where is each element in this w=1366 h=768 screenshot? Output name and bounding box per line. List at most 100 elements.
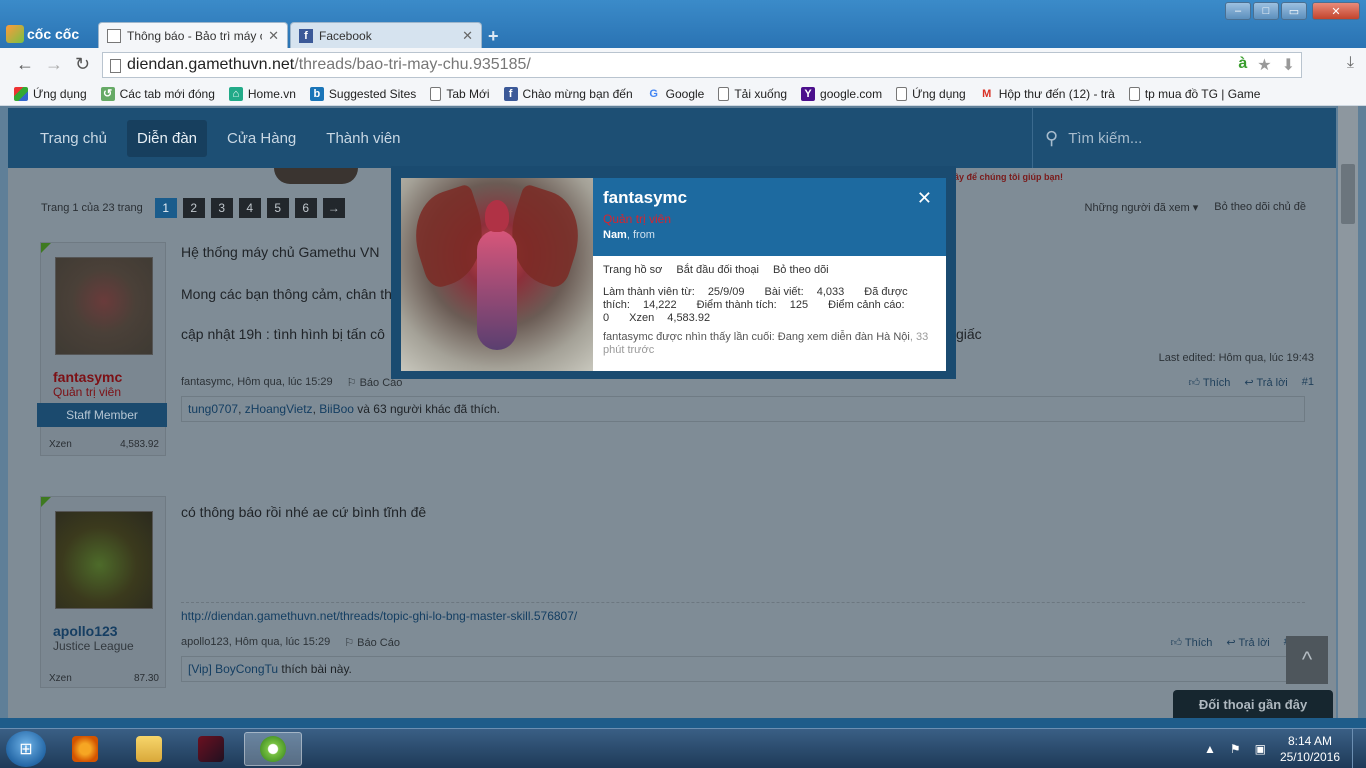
forum-search[interactable]: ⚲ Tìm kiếm...	[1032, 108, 1336, 168]
bookmark-tai-xuong[interactable]: Tải xuống	[718, 86, 787, 101]
scrollbar-thumb[interactable]	[1341, 164, 1355, 224]
save-video-icon[interactable]: ⬇	[1282, 55, 1295, 75]
nav-trang-chu[interactable]: Trang chủ	[30, 120, 117, 157]
taskbar-media-player[interactable]	[56, 732, 114, 766]
username[interactable]: apollo123	[53, 623, 118, 639]
nav-thanh-vien[interactable]: Thành viên	[316, 120, 410, 157]
avatar-art	[477, 230, 517, 350]
address-bar[interactable]: diendan.gamethuvn.net/threads/bao-tri-ma…	[102, 52, 1302, 78]
taskbar-coccoc[interactable]	[244, 732, 302, 766]
like-button[interactable]: 👍︎ Thích	[1189, 376, 1231, 389]
bookmark-google-com[interactable]: Ygoogle.com	[801, 86, 882, 101]
avatar[interactable]	[55, 257, 153, 355]
bookmark-google[interactable]: G Google	[647, 86, 705, 101]
last-edited: Last edited: Hôm qua, lúc 19:43	[1158, 352, 1314, 364]
avatar[interactable]	[55, 511, 153, 609]
username[interactable]: fantasymc	[53, 369, 122, 385]
bookmark-ung-dung[interactable]: Ứng dụng	[896, 86, 966, 101]
close-window-button[interactable]: ✕	[1312, 2, 1360, 20]
next-page-button[interactable]: →	[322, 198, 345, 218]
page-1-button[interactable]: 1	[154, 198, 177, 218]
search-input[interactable]: Tìm kiếm...	[1068, 130, 1142, 147]
page-4-button[interactable]: 4	[238, 198, 261, 218]
tray-expand-icon[interactable]: ▲	[1204, 742, 1216, 756]
viewers-dropdown[interactable]: Những người đã xem ▾	[1085, 201, 1199, 214]
bookmark-facebook[interactable]: f Chào mừng bạn đến	[503, 86, 633, 101]
taskbar-game[interactable]	[182, 732, 240, 766]
recent-conversations-bar[interactable]: Đối thoại gần đây	[1173, 690, 1333, 718]
reload-icon[interactable]: ↻	[75, 54, 90, 75]
coccoc-dictionary-icon[interactable]: à	[1238, 55, 1247, 75]
post-author-date[interactable]: fantasymc, Hôm qua, lúc 15:29	[181, 376, 333, 389]
report-link[interactable]: ⚐ Báo Cáo	[344, 636, 400, 649]
nav-cua-hang[interactable]: Cửa Hàng	[217, 120, 306, 157]
maximize-button[interactable]: ▭	[1281, 2, 1307, 20]
post-author-date[interactable]: apollo123, Hôm qua, lúc 15:29	[181, 636, 330, 649]
page-icon	[1128, 86, 1140, 101]
minimize-button[interactable]: –	[1225, 2, 1251, 20]
bookmark-homevn[interactable]: ⌂ Home.vn	[228, 86, 296, 101]
stat-label: Điểm thành tích:	[696, 299, 777, 311]
bookmark-gmail[interactable]: M Hộp thư đến (12) - trà	[980, 87, 1115, 101]
page-6-button[interactable]: 6	[294, 198, 317, 218]
scroll-to-top-button[interactable]: ^	[1286, 636, 1328, 684]
reply-button[interactable]: ↩ Trả lời	[1226, 636, 1269, 649]
page-3-button[interactable]: 3	[210, 198, 233, 218]
bookmark-closed-tabs[interactable]: ↺ Các tab mới đóng	[100, 86, 215, 101]
start-button[interactable]: ⊞	[6, 731, 46, 767]
nav-dien-dan[interactable]: Diễn đàn	[126, 119, 208, 157]
reply-button[interactable]: ↩ Trả lời	[1244, 376, 1287, 389]
stat-label: Xzen	[629, 312, 655, 324]
bookmark-tp-mua-do[interactable]: tp mua đồ TG | Game	[1128, 86, 1260, 101]
bookmark-label: Google	[665, 86, 705, 101]
pagination: Trang 1 của 23 trang 1 2 3 4 5 6 →	[41, 198, 345, 218]
signature-link[interactable]: http://diendan.gamethuvn.net/threads/top…	[181, 609, 577, 623]
liker-link[interactable]: tung0707	[188, 402, 238, 416]
start-conversation-link[interactable]: Bắt đầu đối thoại	[676, 264, 759, 276]
close-tab-icon[interactable]: ✕	[462, 28, 473, 44]
unfollow-thread-link[interactable]: Bỏ theo dõi chủ đề	[1214, 201, 1306, 214]
forward-arrow-icon[interactable]: →	[45, 54, 63, 75]
liker-link[interactable]: BiiBoo	[319, 402, 354, 416]
page-icon	[896, 86, 908, 101]
member-name[interactable]: fantasymc	[603, 188, 687, 208]
post-number[interactable]: #1	[1302, 376, 1314, 389]
back-arrow-icon[interactable]: ←	[16, 54, 34, 75]
page-icon	[718, 86, 730, 101]
close-icon[interactable]: ✕	[917, 188, 932, 209]
show-desktop-button[interactable]	[1352, 729, 1366, 768]
bookmark-suggested-sites[interactable]: b Suggested Sites	[309, 86, 416, 101]
new-tab-button[interactable]: +	[488, 26, 499, 47]
like-label: Thích	[1202, 377, 1231, 389]
user-role: Quản trị viên	[53, 385, 122, 399]
coccoc-logo[interactable]: cốc cốc	[6, 22, 79, 46]
bookmark-tab-moi[interactable]: Tab Mới	[430, 86, 490, 101]
member-from: from	[632, 229, 655, 241]
taskbar-explorer[interactable]	[120, 732, 178, 766]
tab-facebook[interactable]: f Facebook ✕	[290, 22, 482, 48]
search-icon[interactable]: ⚲	[1045, 128, 1058, 149]
bookmark-label: Ứng dụng	[912, 86, 966, 101]
bookmark-apps[interactable]: Ứng dụng	[14, 86, 87, 101]
like-button[interactable]: 👍︎ Thích	[1171, 636, 1213, 649]
restore-icon[interactable]: □	[1253, 2, 1279, 20]
member-gender: Nam	[603, 229, 627, 241]
liker-link[interactable]: zHoangVietz	[245, 402, 313, 416]
clock[interactable]: 8:14 AM 25/10/2016	[1280, 733, 1340, 765]
action-center-flag-icon[interactable]: ⚑	[1230, 742, 1241, 756]
stat-label: Điểm cảnh cáo:	[828, 299, 905, 311]
liker-link[interactable]: [Vip] BoyCongTu	[188, 662, 278, 676]
member-avatar-large[interactable]	[401, 178, 593, 371]
bookmark-star-icon[interactable]: ★	[1257, 55, 1271, 75]
network-icon[interactable]: ▣	[1255, 742, 1266, 756]
page-scrollbar[interactable]	[1338, 106, 1358, 718]
close-tab-icon[interactable]: ✕	[268, 28, 279, 44]
page-2-button[interactable]: 2	[182, 198, 205, 218]
unfollow-link[interactable]: Bỏ theo dõi	[773, 264, 829, 276]
download-icon[interactable]: ⤓	[1347, 54, 1354, 72]
post-actions: 👍︎ Thích ↩ Trả lời #1	[1189, 376, 1314, 389]
tab-thong-bao[interactable]: Thông báo - Bảo trì máy ch ✕	[98, 22, 288, 48]
page-5-button[interactable]: 5	[266, 198, 289, 218]
page-info-icon[interactable]	[110, 59, 121, 73]
profile-page-link[interactable]: Trang hồ sơ	[603, 264, 662, 276]
